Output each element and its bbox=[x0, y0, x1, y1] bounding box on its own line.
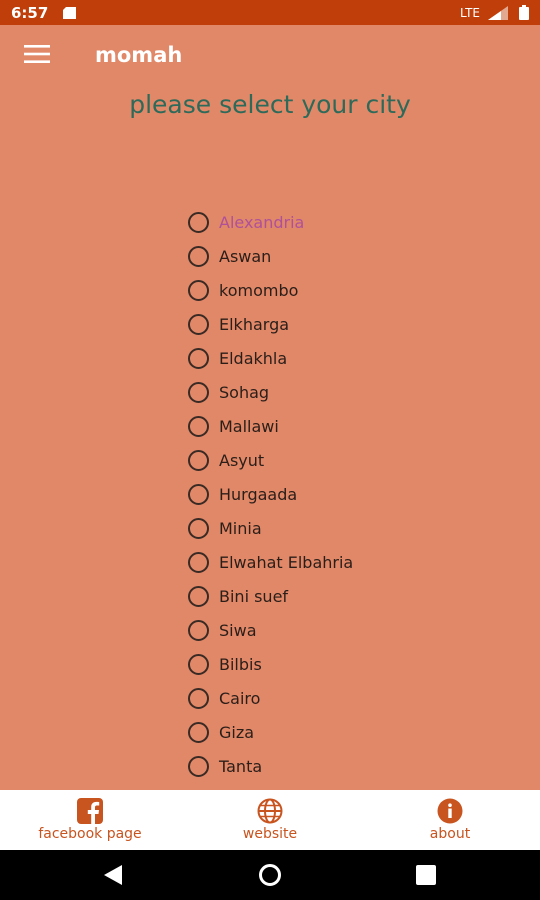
facebook-page-tab[interactable]: facebook page bbox=[0, 790, 180, 850]
city-option[interactable]: komombo bbox=[188, 273, 488, 307]
sd-card-icon bbox=[63, 7, 76, 19]
city-option[interactable]: Siwa bbox=[188, 613, 488, 647]
recents-icon[interactable] bbox=[416, 865, 436, 885]
status-bar: 6:57 LTE bbox=[0, 0, 540, 25]
city-option[interactable]: Giza bbox=[188, 715, 488, 749]
website-tab[interactable]: website bbox=[180, 790, 360, 850]
city-label: Aswan bbox=[219, 246, 272, 266]
about-tab[interactable]: about bbox=[360, 790, 540, 850]
city-label: Siwa bbox=[219, 620, 257, 640]
radio-button[interactable] bbox=[188, 619, 209, 641]
back-icon[interactable] bbox=[102, 864, 124, 886]
city-label: Alexandria bbox=[219, 212, 305, 232]
city-label: Mallawi bbox=[219, 416, 279, 436]
city-label: Giza bbox=[219, 722, 255, 742]
hamburger-menu-icon[interactable] bbox=[24, 45, 50, 63]
network-type: LTE bbox=[460, 6, 480, 20]
radio-button[interactable] bbox=[188, 755, 209, 777]
info-icon bbox=[437, 798, 463, 824]
status-time: 6:57 bbox=[11, 4, 49, 22]
city-option[interactable]: Elwahat Elbahria bbox=[188, 545, 488, 579]
city-label: Hurgaada bbox=[219, 484, 298, 504]
city-label: Bini suef bbox=[219, 586, 289, 606]
signal-icon bbox=[488, 6, 508, 20]
city-label: Elkharga bbox=[219, 314, 290, 334]
radio-button[interactable] bbox=[188, 483, 209, 505]
radio-button[interactable] bbox=[188, 313, 209, 335]
city-option[interactable]: Hurgaada bbox=[188, 477, 488, 511]
radio-button[interactable] bbox=[188, 551, 209, 573]
facebook-icon bbox=[77, 798, 103, 824]
radio-button[interactable] bbox=[188, 653, 209, 675]
radio-button[interactable] bbox=[188, 449, 209, 471]
about-label: about bbox=[429, 826, 471, 842]
system-navigation-bar bbox=[0, 850, 540, 900]
city-option[interactable]: Aswan bbox=[188, 239, 488, 273]
radio-button[interactable] bbox=[188, 415, 209, 437]
app-bar: momah bbox=[0, 25, 540, 85]
radio-button[interactable] bbox=[188, 721, 209, 743]
page-heading: please select your city bbox=[129, 90, 411, 119]
city-label: Elwahat Elbahria bbox=[219, 552, 354, 572]
city-option[interactable]: Tanta bbox=[188, 749, 488, 783]
city-label: Bilbis bbox=[219, 654, 262, 674]
city-radio-group: Alexandria Aswan komombo Elkharga Eldakhla So… bbox=[188, 205, 488, 783]
city-label: Eldakhla bbox=[219, 348, 288, 368]
facebook-page-label: facebook page bbox=[38, 826, 142, 842]
city-option[interactable]: Eldakhla bbox=[188, 341, 488, 375]
city-option[interactable]: Elkharga bbox=[188, 307, 488, 341]
radio-button[interactable] bbox=[188, 211, 209, 233]
city-label: Sohag bbox=[219, 382, 270, 402]
city-label: Asyut bbox=[219, 450, 265, 470]
website-label: website bbox=[242, 826, 298, 842]
radio-button[interactable] bbox=[188, 381, 209, 403]
bottom-navigation: facebook page website about bbox=[0, 790, 540, 850]
app-title: momah bbox=[95, 43, 183, 67]
city-option[interactable]: Mallawi bbox=[188, 409, 488, 443]
city-label: Tanta bbox=[219, 756, 263, 776]
city-label: komombo bbox=[219, 280, 299, 300]
radio-button[interactable] bbox=[188, 279, 209, 301]
city-option[interactable]: Bilbis bbox=[188, 647, 488, 681]
radio-button[interactable] bbox=[188, 347, 209, 369]
city-option[interactable]: Cairo bbox=[188, 681, 488, 715]
radio-button[interactable] bbox=[188, 245, 209, 267]
radio-button[interactable] bbox=[188, 585, 209, 607]
home-icon[interactable] bbox=[258, 863, 282, 887]
radio-button[interactable] bbox=[188, 517, 209, 539]
city-option[interactable]: Sohag bbox=[188, 375, 488, 409]
city-label: Cairo bbox=[219, 688, 261, 708]
radio-button[interactable] bbox=[188, 687, 209, 709]
city-label: Minia bbox=[219, 518, 262, 538]
city-option[interactable]: Minia bbox=[188, 511, 488, 545]
city-option[interactable]: Asyut bbox=[188, 443, 488, 477]
globe-icon bbox=[257, 798, 283, 824]
city-option[interactable]: Bini suef bbox=[188, 579, 488, 613]
battery-icon bbox=[519, 5, 529, 20]
city-option[interactable]: Alexandria bbox=[188, 205, 488, 239]
